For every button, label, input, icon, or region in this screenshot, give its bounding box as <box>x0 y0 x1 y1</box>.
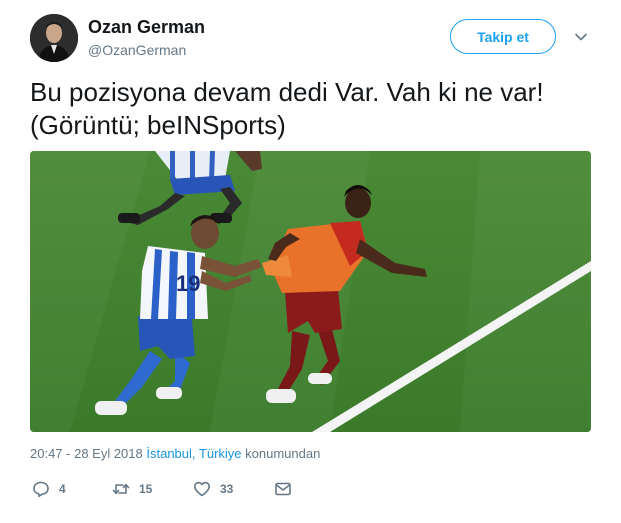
direct-message-button[interactable] <box>274 478 292 500</box>
tweet-text-line: Bu pozisyona devam dedi Var. Vah ki ne v… <box>30 77 544 107</box>
tweet-media[interactable]: 19 <box>30 151 591 432</box>
football-match-photo-icon: 19 <box>30 151 591 432</box>
heart-icon <box>194 481 210 497</box>
retweet-count: 15 <box>139 482 153 496</box>
screen-name[interactable]: @OzanGerman <box>88 41 205 59</box>
display-name[interactable]: Ozan German <box>88 16 205 38</box>
user-info[interactable]: Ozan German @OzanGerman <box>88 16 205 59</box>
tweet-timestamp[interactable]: 20:47 - 28 Eyl 2018 <box>30 446 143 461</box>
envelope-icon <box>275 482 291 496</box>
chevron-down-icon[interactable] <box>574 30 588 44</box>
tweet-card: Ozan German @OzanGerman Takip et Bu pozi… <box>0 0 621 523</box>
svg-text:19: 19 <box>176 271 200 296</box>
like-count: 33 <box>220 482 234 496</box>
tweet-metadata: 20:47 - 28 Eyl 2018 İstanbul, Türkiye ko… <box>30 446 320 462</box>
reply-button[interactable]: 4 <box>32 478 66 500</box>
reply-icon <box>33 481 49 497</box>
location-suffix: konumundan <box>245 446 321 461</box>
tweet-text-line: (Görüntü; beINSports) <box>30 110 286 140</box>
retweet-button[interactable]: 15 <box>112 478 152 500</box>
profile-photo-icon <box>30 14 78 62</box>
retweet-icon <box>112 483 130 495</box>
tweet-text: Bu pozisyona devam dedi Var. Vah ki ne v… <box>30 76 600 142</box>
tweet-location[interactable]: İstanbul, Türkiye <box>146 446 241 461</box>
follow-button[interactable]: Takip et <box>450 19 556 54</box>
avatar[interactable] <box>30 14 78 62</box>
like-button[interactable]: 33 <box>193 478 233 500</box>
reply-count: 4 <box>59 482 66 496</box>
